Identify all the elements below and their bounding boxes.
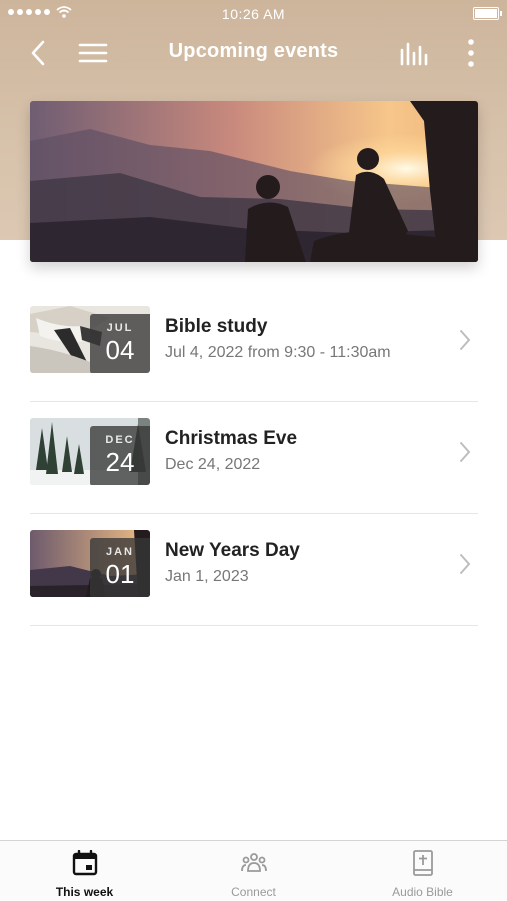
bar-chart-icon[interactable]	[399, 38, 429, 68]
date-badge: DEC 24	[90, 426, 150, 485]
status-time: 10:26 AM	[221, 6, 286, 22]
event-thumbnail: DEC 24	[30, 418, 150, 485]
nav-bar: Upcoming events	[0, 28, 507, 78]
tab-label: Audio Bible	[392, 885, 453, 899]
event-date-time: Jul 4, 2022 from 9:30 - 11:30am	[165, 344, 391, 361]
date-badge: JAN 01	[90, 538, 150, 597]
tab-this-week[interactable]: This week	[0, 841, 169, 901]
event-item-bible-study[interactable]: JUL 04 Bible study Jul 4, 2022 from 9:30…	[30, 290, 478, 402]
chevron-right-icon	[460, 442, 471, 462]
tab-label: This week	[55, 885, 114, 899]
date-month: JAN	[105, 546, 134, 558]
date-month: DEC	[105, 434, 135, 446]
event-date: Jan 1, 2023	[165, 568, 249, 585]
event-title: New Years Day	[165, 540, 300, 561]
people-group-icon	[241, 853, 267, 872]
date-month: JUL	[106, 322, 134, 334]
date-day: 24	[105, 447, 135, 477]
chevron-right-icon	[460, 554, 471, 574]
date-badge: JUL 04	[90, 314, 150, 373]
tab-audio-bible[interactable]: Audio Bible	[338, 841, 507, 901]
vertical-ellipsis-icon[interactable]	[456, 38, 486, 68]
battery-icon	[473, 7, 502, 20]
hero-image	[30, 101, 478, 262]
status-bar: 10:26 AM	[0, 0, 507, 28]
page-title: Upcoming events	[168, 40, 339, 62]
date-day: 04	[105, 335, 135, 365]
bible-icon	[413, 850, 433, 876]
event-title: Bible study	[165, 316, 268, 337]
event-item-christmas-eve[interactable]: DEC 24 Christmas Eve Dec 24, 2022	[30, 402, 478, 514]
date-day: 01	[105, 559, 135, 589]
event-title: Christmas Eve	[165, 428, 298, 449]
tab-label: Connect	[231, 885, 276, 899]
event-thumbnail: JAN 01	[30, 530, 150, 597]
tab-connect[interactable]: Connect	[169, 841, 338, 901]
events-list: JUL 04 Bible study Jul 4, 2022 from 9:30…	[30, 290, 478, 626]
calendar-icon	[72, 850, 98, 876]
event-thumbnail: JUL 04	[30, 306, 150, 373]
event-date: Dec 24, 2022	[165, 456, 261, 473]
event-item-new-years-day[interactable]: JAN 01 New Years Day Jan 1, 2023	[30, 514, 478, 626]
tab-bar: This week Connect Audio Bible	[0, 840, 507, 901]
chevron-right-icon	[460, 330, 471, 350]
